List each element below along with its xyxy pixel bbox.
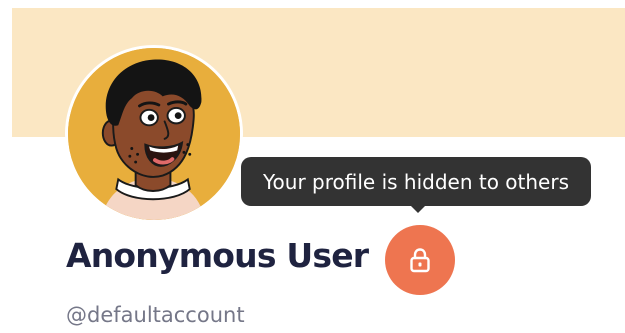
display-name: Anonymous User: [66, 236, 369, 275]
privacy-tooltip-text: Your profile is hidden to others: [262, 169, 569, 194]
avatar[interactable]: [65, 45, 243, 223]
tooltip-arrow: [410, 205, 426, 213]
privacy-tooltip: Your profile is hidden to others: [241, 157, 591, 206]
person-avatar-icon: [68, 48, 240, 220]
lock-icon: [410, 248, 430, 273]
username: @defaultaccount: [66, 303, 245, 327]
privacy-lock-button[interactable]: [385, 225, 455, 295]
